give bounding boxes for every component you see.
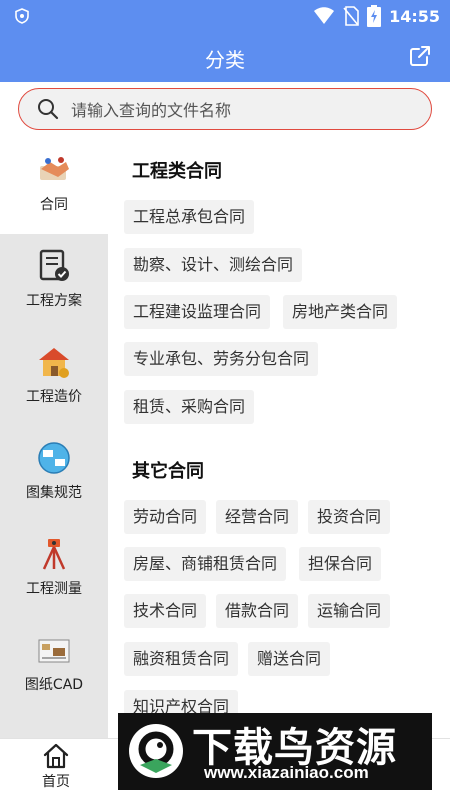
category-chip[interactable]: 勘察、设计、测绘合同 xyxy=(124,248,303,282)
sidebar-item-cost[interactable]: 工程造价 xyxy=(0,330,108,426)
category-chip[interactable]: 劳动合同 xyxy=(124,500,207,534)
tab-home[interactable]: 首页 xyxy=(28,743,84,797)
sidebar-item-label: 工程方案 xyxy=(26,293,82,309)
shield-icon xyxy=(15,8,29,24)
category-chip[interactable]: 借款合同 xyxy=(216,594,299,628)
sidebar-item-label: 工程造价 xyxy=(26,389,82,405)
category-chip[interactable]: 运输合同 xyxy=(308,594,391,628)
category-chip[interactable]: 租赁、采购合同 xyxy=(124,390,255,424)
sidebar-item-survey[interactable]: 工程测量 xyxy=(0,522,108,618)
category-chip[interactable]: 融资租赁合同 xyxy=(124,642,239,676)
sidebar-item-label: 合同 xyxy=(40,197,68,213)
category-chip[interactable]: 担保合同 xyxy=(299,547,382,581)
search-icon xyxy=(38,99,59,120)
bird-logo-icon xyxy=(129,724,183,778)
battery-charging-icon xyxy=(367,5,382,27)
sidebar-item-label: 图纸CAD xyxy=(24,677,84,693)
search-bar[interactable]: 请输入查询的文件名称 xyxy=(18,88,432,130)
handshake-icon xyxy=(40,157,69,180)
sidebar-item-label: 工程测量 xyxy=(26,581,82,597)
status-time: 14:55 xyxy=(389,6,440,26)
category-chip[interactable]: 赠送合同 xyxy=(248,642,331,676)
page-title: 分类 xyxy=(205,48,245,72)
status-bar: 14:55 xyxy=(0,0,450,32)
category-chip[interactable]: 经营合同 xyxy=(216,500,299,534)
house-cost-icon xyxy=(39,348,69,378)
watermark-url: www.xiazainiao.com xyxy=(204,763,369,782)
survey-tripod-icon xyxy=(42,539,66,570)
document-check-icon xyxy=(39,249,69,281)
wifi-icon xyxy=(314,7,335,24)
section-title: 其它合同 xyxy=(132,461,204,482)
category-chip[interactable]: 房地产类合同 xyxy=(283,295,398,329)
sidebar-item-label: 图集规范 xyxy=(26,485,82,501)
tab-home-label: 首页 xyxy=(42,774,70,790)
no-sim-icon xyxy=(343,6,359,26)
category-sidebar: 合同 工程方案 工程造价 图集规范 工程测量 图纸CAD xyxy=(0,138,108,738)
sidebar-item-engineering-plan[interactable]: 工程方案 xyxy=(0,234,108,330)
category-chip[interactable]: 专业承包、劳务分包合同 xyxy=(124,342,319,376)
category-content: 工程类合同 工程总承包合同 勘察、设计、测绘合同 工程建设监理合同 房地产类合同… xyxy=(108,138,450,738)
sidebar-item-cad[interactable]: 图纸CAD xyxy=(0,618,108,714)
sidebar-item-contract[interactable]: 合同 xyxy=(0,138,108,234)
app-bar: 分类 xyxy=(0,32,450,82)
atlas-icon xyxy=(38,442,70,474)
cad-drawing-icon xyxy=(38,639,70,663)
watermark-banner: 下载鸟资源 www.xiazainiao.com xyxy=(118,713,432,790)
home-icon xyxy=(43,743,69,769)
category-chip[interactable]: 工程建设监理合同 xyxy=(124,295,271,329)
category-chip[interactable]: 工程总承包合同 xyxy=(124,200,255,234)
section-title: 工程类合同 xyxy=(132,161,222,182)
category-chip[interactable]: 技术合同 xyxy=(124,594,207,628)
category-chip[interactable]: 投资合同 xyxy=(308,500,391,534)
share-icon[interactable] xyxy=(408,44,432,68)
sidebar-item-atlas[interactable]: 图集规范 xyxy=(0,426,108,522)
search-placeholder: 请输入查询的文件名称 xyxy=(71,101,232,120)
category-chip[interactable]: 房屋、商铺租赁合同 xyxy=(124,547,287,581)
